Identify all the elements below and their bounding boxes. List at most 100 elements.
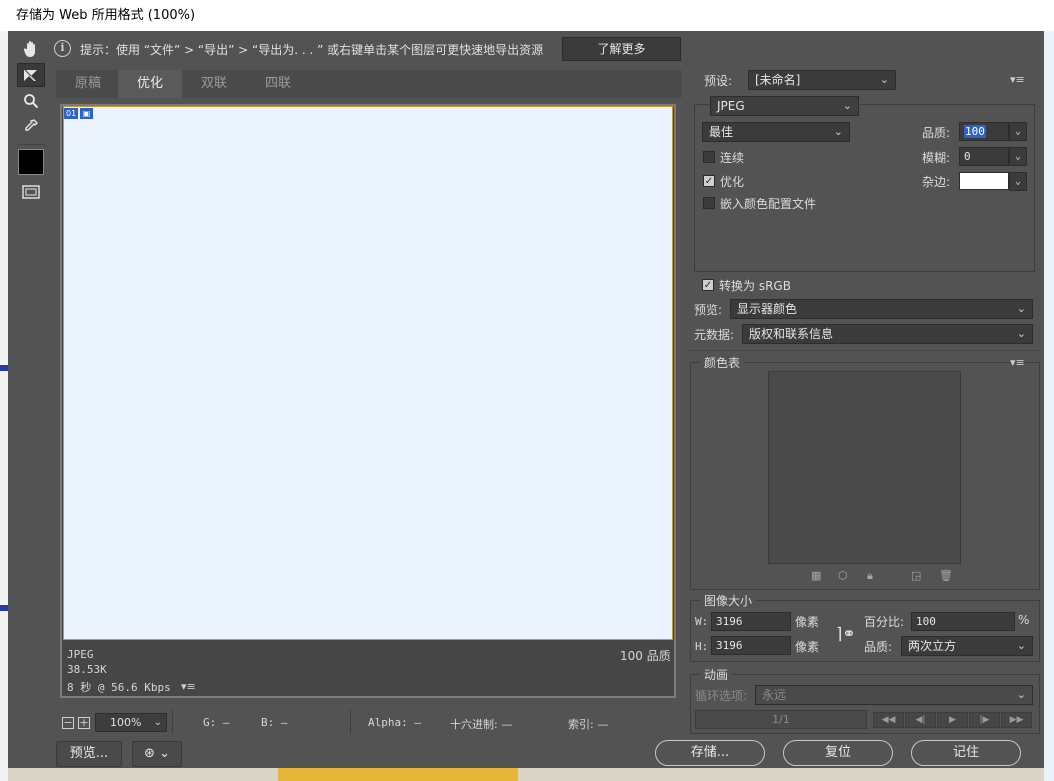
learn-more-button[interactable]: 了解更多: [562, 37, 681, 61]
convert-srgb-label: 转换为 sRGB: [719, 279, 791, 293]
progressive-checkbox[interactable]: [703, 151, 715, 163]
optimized-file-size: 38.53K: [67, 663, 107, 676]
embed-profile-label: 嵌入颜色配置文件: [720, 197, 817, 211]
new-color-icon[interactable]: ◲: [911, 569, 921, 582]
hex-readout: 十六进制: —: [450, 718, 513, 731]
preview-in-browser-button[interactable]: 预览...: [56, 741, 122, 767]
loop-options-label: 循环选项:: [695, 689, 748, 703]
format-value: JPEG: [717, 99, 745, 113]
blur-input[interactable]: 0: [959, 147, 1009, 166]
width-input[interactable]: 3196: [711, 612, 791, 631]
blur-label: 模糊:: [922, 151, 951, 165]
trash-icon[interactable]: 🗑︎: [939, 569, 953, 582]
resample-quality-value: 两次立方: [908, 639, 957, 653]
chevron-down-icon: ⌄: [153, 717, 162, 728]
zoom-tool-icon[interactable]: [17, 89, 45, 113]
metadata-value: 版权和联系信息: [749, 327, 834, 341]
browser-icon: ⊛: [144, 746, 155, 761]
zoom-level-select[interactable]: 100% ⌄: [95, 713, 167, 732]
divider: [172, 710, 173, 734]
preset-select[interactable]: [未命名] ⌄: [748, 70, 896, 90]
zoom-in-button[interactable]: +: [78, 717, 90, 729]
chevron-down-icon: ⌄: [879, 73, 889, 86]
chevron-down-icon: ⌄: [842, 99, 852, 112]
zoom-level-value: 100%: [110, 716, 142, 729]
lock-color-icon[interactable]: 🔒︎: [867, 569, 873, 583]
format-select[interactable]: JPEG ⌄: [710, 96, 859, 116]
height-input[interactable]: 3196: [711, 636, 791, 655]
preview-mode-value: 显示器颜色: [737, 302, 798, 316]
tool-column: [14, 34, 48, 204]
download-speed-menu-icon[interactable]: ▾≡: [181, 680, 196, 693]
tab-2-up[interactable]: 双联: [182, 70, 246, 98]
eyedropper-tool-icon[interactable]: [17, 114, 45, 138]
optimized-checkbox[interactable]: ✓: [703, 175, 715, 187]
tab-original[interactable]: 原稿: [56, 70, 120, 98]
slice-select-tool-icon[interactable]: [17, 63, 45, 87]
optimize-menu-icon[interactable]: ▾≡: [1010, 73, 1025, 86]
previous-frame-icon[interactable]: ◀|: [905, 712, 936, 728]
browser-select-button[interactable]: ⊛ ⌄: [132, 741, 182, 767]
percent-input[interactable]: 100: [911, 612, 1015, 631]
eyedropper-color-swatch[interactable]: [18, 149, 44, 175]
height-label: H:: [695, 640, 709, 653]
optimized-quality-text: 100 品质: [620, 649, 671, 663]
resample-quality-label: 品质:: [864, 640, 893, 654]
color-table-menu-icon[interactable]: ▾≡: [1010, 356, 1025, 369]
loop-options-select[interactable]: 永远 ⌄: [755, 685, 1033, 705]
remember-button[interactable]: 记住: [911, 740, 1021, 766]
convert-srgb-checkbox[interactable]: ✓: [702, 279, 714, 291]
web-snap-cube-icon[interactable]: ⬡: [838, 569, 848, 582]
divider: [350, 710, 351, 734]
info-icon: i: [54, 40, 71, 57]
percent-unit: %: [1018, 613, 1030, 627]
quality-input[interactable]: 100: [959, 122, 1009, 141]
loop-options-value: 永远: [762, 688, 787, 702]
next-frame-icon[interactable]: |▶: [969, 712, 1000, 728]
last-frame-icon[interactable]: ▶▶: [1001, 712, 1032, 728]
alpha-readout: Alpha: —: [368, 716, 421, 729]
metadata-label: 元数据:: [694, 328, 735, 342]
save-for-web-window: 存储为 Web 所用格式 (100%) i 提示：使用 “文件” > “导出” …: [0, 0, 1054, 781]
chevron-down-icon: ⌄: [1016, 302, 1026, 315]
color-table-title: 颜色表: [700, 354, 745, 371]
play-icon[interactable]: ▶: [937, 712, 968, 728]
resample-quality-select[interactable]: 两次立方 ⌄: [901, 636, 1033, 656]
background-document-right: [1044, 31, 1054, 781]
constrain-proportions-link-icon[interactable]: ⌉⚭: [836, 624, 856, 643]
preview-mode-select[interactable]: 显示器颜色 ⌄: [730, 299, 1033, 319]
tab-optimized[interactable]: 优化: [118, 70, 182, 98]
chevron-down-icon: ⌄: [159, 746, 170, 761]
toggle-slices-icon[interactable]: [17, 180, 45, 204]
slice-number-badge: 01: [64, 108, 79, 119]
window-title: 存储为 Web 所用格式 (100%): [0, 0, 1054, 31]
optimized-format: JPEG: [67, 648, 94, 661]
save-button[interactable]: 存储...: [655, 740, 765, 766]
matte-select-toggle[interactable]: ⌄: [1009, 172, 1027, 191]
hand-tool-icon[interactable]: [17, 37, 45, 61]
zoom-out-button[interactable]: −: [62, 717, 74, 729]
quality-preset-value: 最佳: [709, 125, 734, 139]
tab-4-up[interactable]: 四联: [246, 70, 310, 98]
blur-slider-toggle[interactable]: ⌄: [1009, 147, 1027, 166]
background-marker: [0, 605, 8, 611]
green-readout: G: —: [203, 716, 230, 729]
view-tabs: 原稿 优化 双联 四联: [56, 70, 682, 98]
reset-button[interactable]: 复位: [783, 740, 893, 766]
download-time: 8 秒 @ 56.6 Kbps: [67, 681, 171, 694]
first-frame-icon[interactable]: ◀◀: [873, 712, 904, 728]
map-transparent-icon[interactable]: ▦: [811, 569, 821, 582]
tip-text: 提示：使用 “文件” > “导出” > “导出为. . . ” 或右键单击某个图…: [80, 43, 544, 57]
quality-preset-select[interactable]: 最佳 ⌄: [702, 122, 850, 142]
image-size-title: 图像大小: [700, 592, 757, 609]
preset-value: [未命名]: [755, 73, 801, 87]
image-preview[interactable]: [63, 106, 673, 640]
embed-profile-checkbox[interactable]: [703, 197, 715, 209]
quality-slider-toggle[interactable]: ⌄: [1009, 122, 1027, 141]
matte-label: 杂边:: [922, 175, 951, 189]
width-label: W:: [695, 615, 709, 628]
metadata-select[interactable]: 版权和联系信息 ⌄: [742, 324, 1033, 344]
matte-color-swatch[interactable]: [959, 172, 1009, 190]
tool-separator: [17, 144, 45, 145]
color-table-swatches[interactable]: [768, 371, 961, 564]
